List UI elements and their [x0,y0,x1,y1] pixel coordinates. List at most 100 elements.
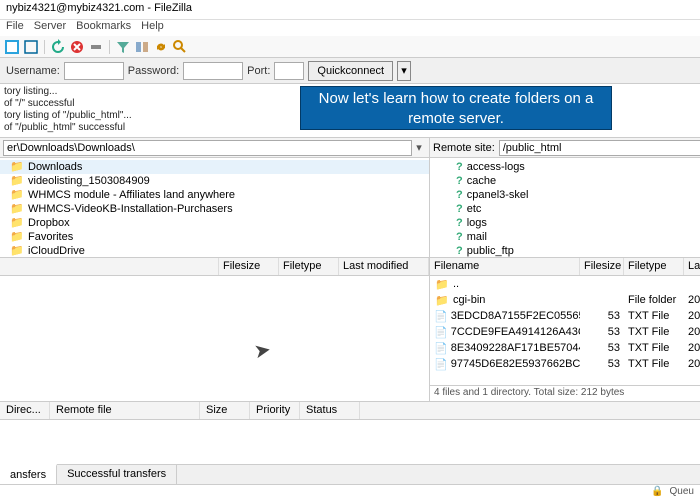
compare-icon[interactable] [134,39,150,55]
file-icon: 📄 [434,342,448,355]
col-filetype[interactable]: Filetype [624,258,684,275]
local-tree-item[interactable]: 📁Dropbox [0,216,429,230]
file-modified: 2016-11-18 1:53:41 AM [684,310,700,322]
col-filename[interactable] [0,258,219,275]
file-row[interactable]: 📄3EDCD8A7155F2EC055653F...53TXT File2016… [430,308,700,324]
file-type: File folder [624,294,684,306]
local-path-input[interactable] [3,140,412,156]
folder-icon: 📁 [10,202,24,216]
file-type: TXT File [624,326,684,338]
folder-icon: 📁 [10,230,24,244]
col-priority[interactable]: Priority [250,402,300,419]
tutorial-banner: Now let's learn how to create folders on… [300,86,612,130]
quickconnect-button[interactable]: Quickconnect [308,61,393,81]
password-label: Password: [128,65,179,77]
remote-tree-item[interactable]: ?access-logs [430,160,700,174]
remote-tree-item[interactable]: ? mail [430,230,700,244]
remote-tree-item[interactable]: ? cache [430,174,700,188]
filter-icon[interactable] [115,39,131,55]
tree-label: etc [467,202,482,216]
tree-label: videolisting_1503084909 [28,174,150,188]
unknown-icon: ? [456,174,463,188]
quickconnect-dropdown[interactable]: ▾ [397,61,411,81]
remote-site-label: Remote site: [433,142,495,154]
file-icon: 📁 [434,278,450,291]
username-input[interactable] [64,62,124,80]
tree-label: logs [467,216,487,230]
port-input[interactable] [274,62,304,80]
menu-bar: File Server Bookmarks Help [0,20,700,36]
chevron-down-icon[interactable]: ▾ [412,141,426,154]
local-tree-item[interactable]: 📁videolisting_1503084909 [0,174,429,188]
remote-status: 4 files and 1 directory. Total size: 212… [430,385,700,401]
remote-tree-item[interactable]: ? public_ftp [430,244,700,258]
file-row[interactable]: 📄8E3409228AF171BE570445...53TXT File2016… [430,340,700,356]
tree-label: WHMCS module - Affiliates land anywhere [28,188,235,202]
window-title: nybiz4321@mybiz4321.com - FileZilla [0,0,700,20]
separator [44,40,45,54]
menu-file[interactable]: File [6,20,24,36]
tree-label: public_ftp [467,244,514,258]
local-tree[interactable]: 📁Downloads📁videolisting_1503084909📁WHMCS… [0,158,429,258]
remote-tree-item[interactable]: ?cpanel3-skel [430,188,700,202]
local-file-header: Filesize Filetype Last modified [0,258,429,276]
disconnect-icon[interactable] [88,39,104,55]
folder-icon: 📁 [10,160,24,174]
queue-body[interactable] [0,420,700,462]
local-tree-item[interactable]: 📁 Favorites [0,230,429,244]
remote-path-input[interactable] [499,140,700,156]
unknown-icon: ? [456,230,463,244]
main-panes: ▾ 📁Downloads📁videolisting_1503084909📁WHM… [0,138,700,402]
col-filesize[interactable]: Filesize [219,258,279,275]
unknown-icon: ? [456,202,463,216]
tree-label: cpanel3-skel [467,188,529,202]
sitemanager-icon[interactable] [4,39,20,55]
tab-successful-transfers[interactable]: Successful transfers [57,465,177,484]
toggle-log-icon[interactable] [23,39,39,55]
menu-server[interactable]: Server [34,20,66,36]
tab-failed-transfers[interactable]: ansfers [0,464,57,484]
col-status[interactable]: Status [300,402,360,419]
local-tree-item[interactable]: 📁 Downloads [0,160,429,174]
folder-icon: 📁 [10,216,24,230]
cancel-icon[interactable] [69,39,85,55]
file-row[interactable]: 📄97745D6E82E5937662BC95...53TXT File2016… [430,356,700,372]
remote-tree-item[interactable]: ?logs [430,216,700,230]
col-lastmod[interactable]: Last modified [339,258,429,275]
col-lastmod[interactable]: Last modified [684,258,700,275]
menu-bookmarks[interactable]: Bookmarks [76,20,131,36]
remote-file-list[interactable]: 📁..📁cgi-binFile folder2016-07-18 9:41:19… [430,276,700,385]
file-type: TXT File [624,358,684,370]
search-icon[interactable] [172,39,188,55]
menu-help[interactable]: Help [141,20,164,36]
tree-label: Favorites [28,230,73,244]
col-filename[interactable]: Filename [430,258,580,275]
tree-label: cache [467,174,496,188]
file-icon: 📁 [434,294,450,307]
tree-label: mail [467,230,487,244]
unknown-icon: ? [456,244,463,258]
file-modified: 2016-11-16 1:53:42 AM [684,358,700,370]
local-tree-item[interactable]: 📁iCloudDrive [0,244,429,258]
file-modified: 2016-11-19 1:53:04 AM [684,326,700,338]
refresh-icon[interactable] [50,39,66,55]
file-row[interactable]: 📄7CCDE9FEA4914126A43C1A...53TXT File2016… [430,324,700,340]
col-filetype[interactable]: Filetype [279,258,339,275]
local-file-list[interactable] [0,276,429,401]
file-name: 8E3409228AF171BE570445... [451,342,580,355]
tree-label: Downloads [28,160,82,174]
col-size[interactable]: Size [200,402,250,419]
col-filesize[interactable]: Filesize [580,258,624,275]
remote-tree[interactable]: ?access-logs?cache?cpanel3-skel?etc?logs… [430,158,700,258]
file-row[interactable]: 📁cgi-binFile folder2016-07-18 9:41:19 PM… [430,292,700,308]
col-direction[interactable]: Direc... [0,402,50,419]
folder-icon: 📁 [10,188,24,202]
file-row[interactable]: 📁.. [430,276,700,292]
password-input[interactable] [183,62,243,80]
local-tree-item[interactable]: 📁 WHMCS module - Affiliates land anywhere [0,188,429,202]
remote-tree-item[interactable]: ? etc [430,202,700,216]
file-name: 97745D6E82E5937662BC95... [451,358,580,371]
sync-icon[interactable] [153,39,169,55]
col-remotefile[interactable]: Remote file [50,402,200,419]
local-tree-item[interactable]: 📁WHMCS-VideoKB-Installation-Purchasers [0,202,429,216]
